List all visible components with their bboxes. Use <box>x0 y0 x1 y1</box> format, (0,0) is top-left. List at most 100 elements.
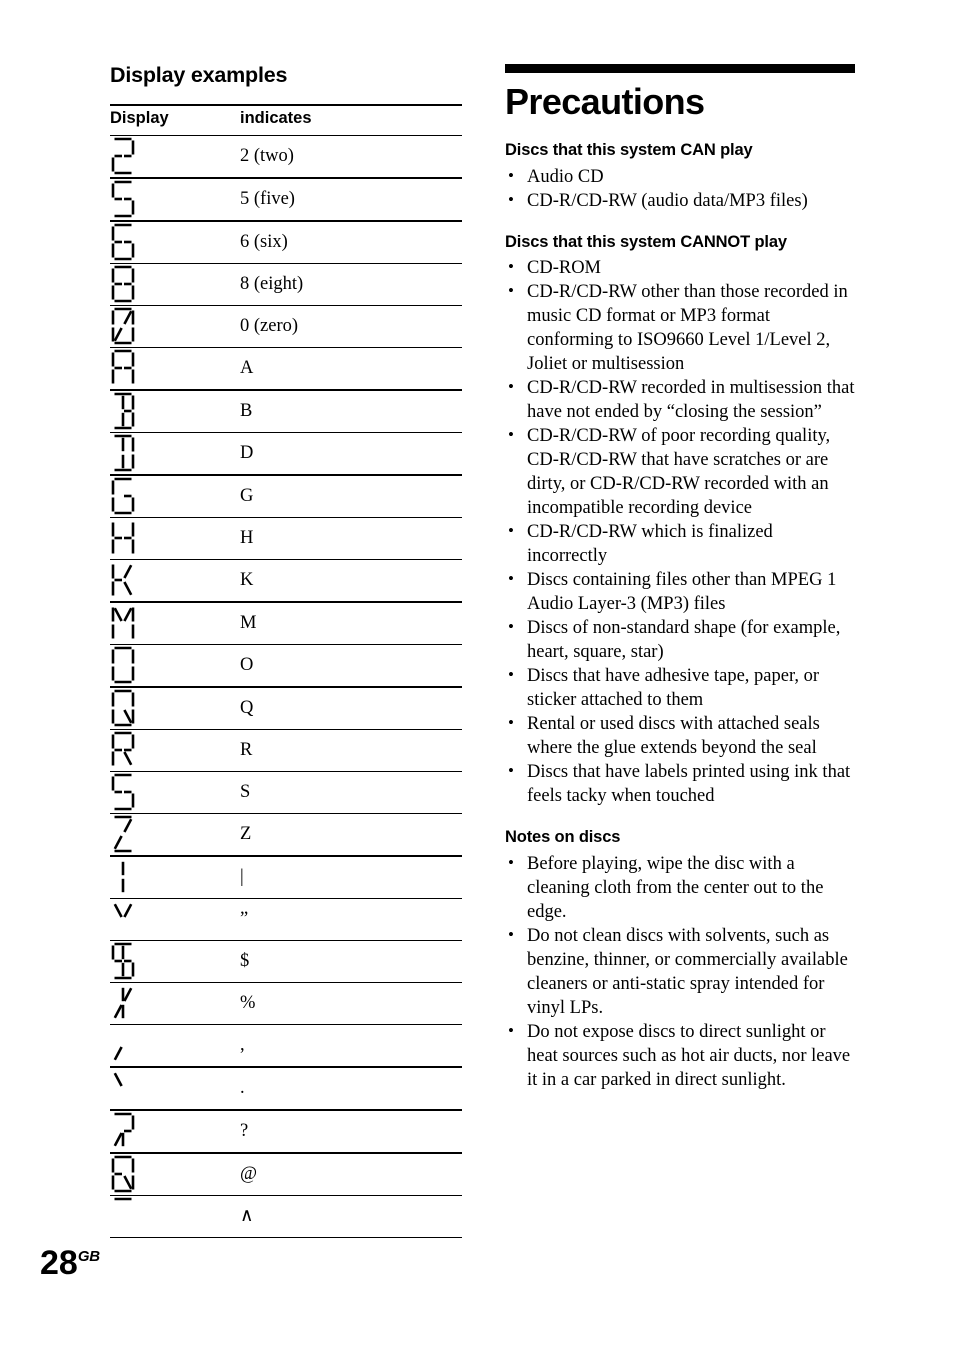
list-item: CD-ROM <box>505 255 855 280</box>
seg-2-glyph <box>111 137 135 174</box>
table-row: R <box>110 729 462 772</box>
cell-indicates: M <box>240 601 462 645</box>
cell-indicates: ” <box>240 898 462 941</box>
cell-display-glyph <box>110 1195 240 1238</box>
cell-indicates: . <box>240 1066 462 1111</box>
seg-Z-glyph <box>113 815 133 852</box>
display-examples-table: Display indicates 2 (two) 5 (five) 6 (six)… <box>110 103 462 1238</box>
seg-D-glyph <box>114 434 135 471</box>
cell-display-glyph <box>110 305 240 348</box>
cell-display-glyph <box>110 686 240 730</box>
cell-indicates: @ <box>240 1152 462 1196</box>
cell-indicates: B <box>240 389 462 433</box>
seg-M-glyph <box>111 607 135 639</box>
cell-display-glyph <box>110 729 240 772</box>
list-item: Discs of non-standard shape (for example… <box>505 615 855 664</box>
table-row: . <box>110 1066 462 1111</box>
cell-indicates: S <box>240 771 462 814</box>
cell-display-glyph <box>110 1152 240 1196</box>
table-row: 2 (two) <box>110 135 462 179</box>
cell-indicates: ? <box>240 1109 462 1154</box>
cell-display-glyph <box>110 517 240 560</box>
cell-display-glyph <box>110 771 240 814</box>
table-row: 8 (eight) <box>110 263 462 306</box>
seg-dollar-glyph <box>111 942 135 979</box>
list-item: Do not clean discs with solvents, such a… <box>505 923 855 1020</box>
chapter-title-precautions: Precautions <box>505 81 705 122</box>
list-item: CD-R/CD-RW of poor recording quality, CD… <box>505 423 855 520</box>
column-header-indicates: indicates <box>240 103 462 136</box>
seg-8-glyph <box>111 265 135 302</box>
cell-indicates: % <box>240 982 462 1025</box>
subsection-heading: Discs that this system CAN play <box>505 140 753 159</box>
cell-indicates: $ <box>240 940 462 983</box>
cell-display-glyph <box>110 263 240 306</box>
table-row: G <box>110 474 462 518</box>
cell-indicates: | <box>240 855 462 899</box>
seg-comma-glyph <box>113 1046 123 1061</box>
seg-caret-glyph <box>114 1197 132 1200</box>
table-row: ∧ <box>110 1195 462 1238</box>
cell-display-glyph <box>110 135 240 179</box>
cell-display-glyph <box>110 559 240 603</box>
cell-display-glyph <box>110 220 240 264</box>
cell-indicates: K <box>240 559 462 603</box>
cell-display-glyph <box>110 432 240 476</box>
cell-indicates: ∧ <box>240 1195 462 1238</box>
list-item: Rental or used discs with attached seals… <box>505 711 855 760</box>
cell-indicates: Q <box>240 686 462 730</box>
table-row: Q <box>110 686 462 730</box>
seg-6-glyph <box>111 223 135 260</box>
table-row: @ <box>110 1152 462 1196</box>
table-row: 6 (six) <box>110 220 462 264</box>
list-item: Discs containing files other than MPEG 1… <box>505 567 855 616</box>
cell-display-glyph <box>110 644 240 688</box>
list-item: Discs that have adhesive tape, paper, or… <box>505 663 855 712</box>
subsection-heading: Discs that this system CANNOT play <box>505 232 787 251</box>
cell-indicates: 0 (zero) <box>240 305 462 348</box>
cell-indicates: 8 (eight) <box>240 263 462 306</box>
column-header-display: Display <box>110 103 240 136</box>
cell-display-glyph <box>110 601 240 645</box>
cell-indicates: O <box>240 644 462 688</box>
table-row: ? <box>110 1109 462 1154</box>
table-row: % <box>110 982 462 1025</box>
cell-display-glyph <box>110 813 240 857</box>
list-item: Do not expose discs to direct sunlight o… <box>505 1019 855 1092</box>
table-row: B <box>110 389 462 433</box>
cell-display-glyph <box>110 1024 240 1068</box>
seg-G-glyph <box>111 477 135 514</box>
seg-quote-glyph <box>113 903 133 918</box>
list-item: Before playing, wipe the disc with a cle… <box>505 851 855 924</box>
page-region-suffix: GB <box>77 1248 100 1265</box>
table-row: $ <box>110 940 462 983</box>
seg-K-glyph <box>111 564 133 596</box>
seg-quest-glyph <box>113 1112 135 1147</box>
seg-0-glyph <box>111 307 135 344</box>
table-row: A <box>110 347 462 391</box>
table-header-row: Display indicates <box>110 103 462 136</box>
seg-percent-glyph <box>113 987 133 1019</box>
cell-display-glyph <box>110 177 240 222</box>
bullet-list: Before playing, wipe the disc with a cle… <box>505 851 855 1092</box>
cell-display-glyph <box>110 940 240 983</box>
seg-at-glyph <box>111 1155 135 1192</box>
cell-display-glyph <box>110 347 240 391</box>
right-column: Precautions Discs that this system CAN p… <box>505 64 855 1092</box>
table-row: K <box>110 559 462 603</box>
cell-indicates: H <box>240 517 462 560</box>
subsection-heading: Notes on discs <box>505 828 621 847</box>
manual-page: Display examples Display indicates 2 (tw… <box>0 0 954 1357</box>
bullet-list: Audio CDCD-R/CD-RW (audio data/MP3 files… <box>505 164 855 213</box>
table-row: D <box>110 432 462 476</box>
cell-display-glyph <box>110 855 240 899</box>
table-row: 0 (zero) <box>110 305 462 348</box>
seg-H-glyph <box>111 522 135 554</box>
cell-indicates: Z <box>240 813 462 857</box>
page-number-value: 28 <box>40 1244 78 1282</box>
seg-S-glyph <box>111 773 135 810</box>
table-row: , <box>110 1024 462 1068</box>
bullet-list: CD-ROMCD-R/CD-RW other than those record… <box>505 255 855 808</box>
cell-indicates: , <box>240 1024 462 1068</box>
list-item: CD-R/CD-RW other than those recorded in … <box>505 279 855 376</box>
